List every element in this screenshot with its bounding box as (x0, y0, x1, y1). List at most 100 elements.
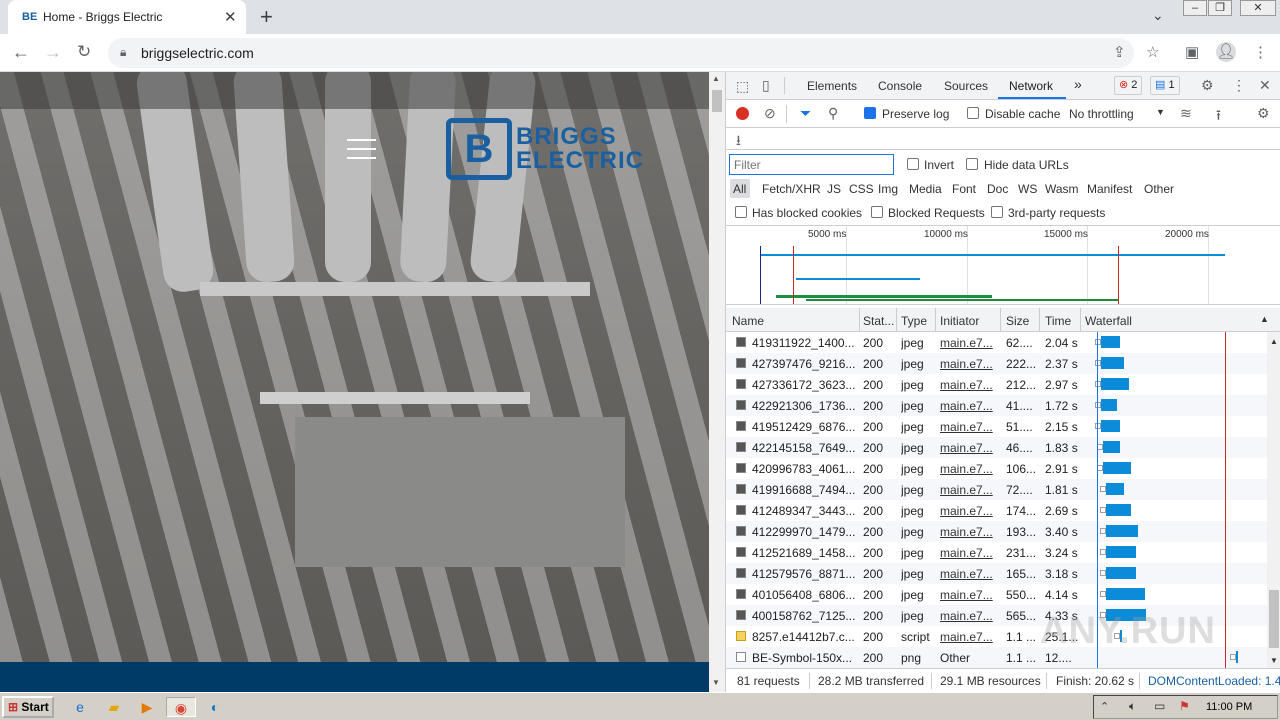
cell-initiator[interactable]: main.e7... (940, 378, 996, 392)
column-separator[interactable] (1039, 308, 1040, 332)
table-row[interactable]: 412489347_3443... 200 jpeg main.e7... 174...… (726, 500, 1280, 521)
alert-icon[interactable]: ⚑ (1179, 699, 1190, 713)
address-bar[interactable]: 🔒︎ briggselectric.com (108, 38, 1134, 68)
close-devtools-icon[interactable]: ✕ (1259, 77, 1271, 94)
network-icon[interactable]: ▭ (1154, 699, 1165, 713)
import-har-icon[interactable]: ⭱ (1216, 105, 1221, 129)
column-separator[interactable] (896, 308, 897, 332)
filter-type-other[interactable]: Other (1144, 182, 1174, 196)
column-separator[interactable] (1000, 308, 1001, 332)
filter-type-wasm[interactable]: Wasm (1045, 182, 1079, 196)
cell-initiator[interactable]: main.e7... (940, 483, 996, 497)
cell-initiator[interactable]: main.e7... (940, 357, 996, 371)
table-row[interactable]: 401056408_6806... 200 jpeg main.e7... 550...… (726, 584, 1280, 605)
col-status[interactable]: Stat... (863, 314, 894, 328)
network-settings-gear-icon[interactable]: ⚙ (1257, 105, 1270, 122)
scroll-up-icon[interactable]: ▲ (712, 74, 720, 83)
throttling-select[interactable]: No throttling (1069, 107, 1134, 121)
new-tab-icon[interactable]: + (260, 4, 273, 30)
blocked-requests-checkbox[interactable] (871, 206, 883, 221)
back-icon[interactable]: ← (12, 42, 30, 63)
third-party-checkbox[interactable] (991, 206, 1003, 221)
tab-network[interactable]: Network (1009, 79, 1053, 93)
message-badge[interactable]: ▤ 1 (1150, 76, 1180, 95)
inspect-element-icon[interactable]: ⬚ (736, 78, 749, 95)
explorer-folder-icon[interactable]: ▰ (103, 697, 125, 717)
cell-initiator[interactable]: Other (940, 651, 996, 665)
cell-initiator[interactable]: main.e7... (940, 441, 996, 455)
volume-icon[interactable]: 🔈︎ (1129, 699, 1136, 714)
filter-type-ws[interactable]: WS (1018, 182, 1037, 196)
edge-icon[interactable]: ◐ (204, 697, 226, 717)
share-icon[interactable]: ⇪ (1113, 43, 1126, 61)
filter-type-media[interactable]: Media (909, 182, 942, 196)
table-row[interactable]: 412299970_1479... 200 jpeg main.e7... 193...… (726, 521, 1280, 542)
chrome-taskbar-icon[interactable]: ◉ (166, 697, 196, 717)
browser-menu-icon[interactable]: ⋮ (1253, 43, 1268, 61)
table-row[interactable]: 427336172_3623... 200 jpeg main.e7... 212...… (726, 374, 1280, 395)
table-row[interactable]: 412521689_1458... 200 jpeg main.e7... 231...… (726, 542, 1280, 563)
column-separator[interactable] (1080, 308, 1081, 332)
filter-type-font[interactable]: Font (952, 182, 976, 196)
cell-initiator[interactable]: main.e7... (940, 462, 996, 476)
cell-initiator[interactable]: main.e7... (940, 525, 996, 539)
lock-icon[interactable]: 🔒︎ (120, 45, 126, 60)
tab-elements[interactable]: Elements (807, 79, 857, 93)
requests-scrollbar[interactable]: ▲ ▼ (1267, 332, 1280, 668)
media-player-icon[interactable]: ▶ (136, 697, 158, 717)
tab-console[interactable]: Console (878, 79, 922, 93)
ie-icon[interactable]: e (69, 697, 91, 717)
clear-icon[interactable]: ⊘ (764, 105, 776, 122)
table-row[interactable]: 419512429_6876... 200 jpeg main.e7... 51....… (726, 416, 1280, 437)
filter-type-css[interactable]: CSS (849, 182, 874, 196)
preserve-log-checkbox[interactable] (864, 107, 876, 122)
filter-input[interactable] (729, 154, 894, 175)
table-row[interactable]: 419916688_7494... 200 jpeg main.e7... 72....… (726, 479, 1280, 500)
scroll-down-icon[interactable]: ▼ (712, 678, 720, 687)
scrollbar-thumb[interactable] (1269, 590, 1279, 648)
tab-sources[interactable]: Sources (944, 79, 988, 93)
filter-type-js[interactable]: JS (827, 182, 841, 196)
col-type[interactable]: Type (901, 314, 927, 328)
url-text[interactable]: briggselectric.com (141, 45, 254, 61)
cell-initiator[interactable]: main.e7... (940, 588, 996, 602)
col-name[interactable]: Name (732, 314, 764, 328)
filter-type-manifest[interactable]: Manifest (1087, 182, 1132, 196)
filter-icon[interactable]: ⏷ (800, 105, 811, 122)
start-button[interactable]: ⊞ Start (2, 696, 54, 718)
site-logo[interactable]: B BRIGGS ELECTRIC (446, 118, 661, 182)
col-initiator[interactable]: Initiator (940, 314, 979, 328)
error-badge[interactable]: ⊗ 2 (1114, 76, 1143, 95)
cell-initiator[interactable]: main.e7... (940, 630, 996, 644)
record-icon[interactable] (736, 107, 749, 120)
forward-icon[interactable]: → (44, 42, 62, 63)
network-conditions-icon[interactable]: ≋ (1180, 105, 1192, 122)
hide-data-urls-checkbox[interactable] (966, 158, 978, 173)
table-row[interactable]: 420996783_4061... 200 jpeg main.e7... 106...… (726, 458, 1280, 479)
column-separator[interactable] (935, 308, 936, 332)
chevron-down-icon[interactable]: ▼ (1156, 107, 1165, 117)
restore-icon[interactable]: ❐ (1208, 0, 1232, 16)
network-overview-timeline[interactable]: 5000 ms 10000 ms 15000 ms 20000 ms (726, 225, 1280, 305)
table-row[interactable]: 427397476_9216... 200 jpeg main.e7... 222...… (726, 353, 1280, 374)
tray-expand-icon[interactable]: ⌃ (1100, 700, 1109, 713)
cell-initiator[interactable]: main.e7... (940, 420, 996, 434)
more-tabs-icon[interactable]: » (1074, 76, 1082, 92)
reload-icon[interactable]: ↻ (77, 42, 91, 62)
col-time[interactable]: Time (1045, 314, 1071, 328)
disable-cache-checkbox[interactable] (967, 107, 979, 122)
col-size[interactable]: Size (1006, 314, 1029, 328)
scroll-up-icon[interactable]: ▲ (1270, 337, 1278, 346)
cell-initiator[interactable]: main.e7... (940, 609, 996, 623)
blocked-cookies-checkbox[interactable] (735, 206, 747, 221)
cell-initiator[interactable]: main.e7... (940, 567, 996, 581)
table-row[interactable]: 419311922_1400... 200 jpeg main.e7... 62....… (726, 332, 1280, 353)
filter-type-doc[interactable]: Doc (987, 182, 1008, 196)
close-window-icon[interactable]: ✕ (1240, 0, 1276, 16)
search-icon[interactable]: ⚲ (828, 105, 838, 122)
invert-checkbox[interactable] (907, 158, 919, 173)
minimize-icon[interactable]: – (1183, 0, 1207, 16)
settings-gear-icon[interactable]: ⚙ (1201, 77, 1214, 94)
filter-type-all[interactable]: All (733, 182, 746, 196)
cell-initiator[interactable]: main.e7... (940, 399, 996, 413)
